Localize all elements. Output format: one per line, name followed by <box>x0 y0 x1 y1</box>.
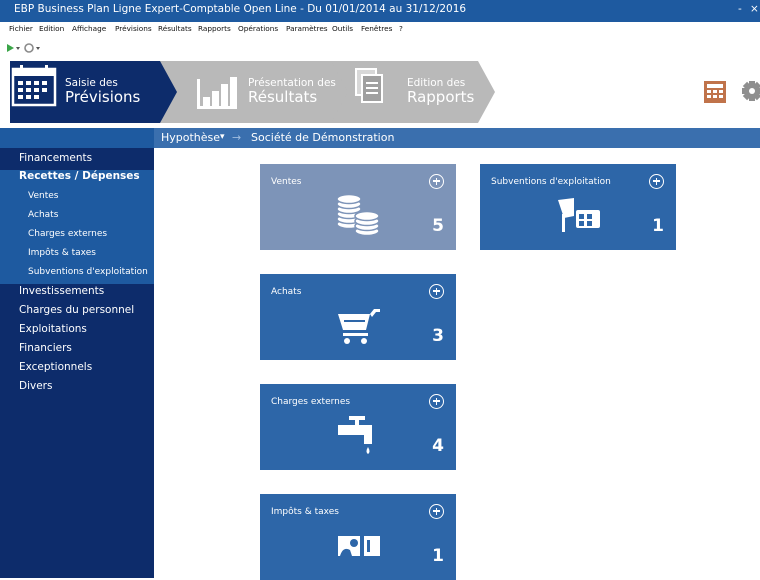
window-title: EBP Business Plan Ligne Expert-Comptable… <box>14 3 467 15</box>
sidebar-subitem-subventions[interactable]: Subventions d'exploitation <box>0 265 154 284</box>
step-edition-line1: Edition des <box>407 77 466 89</box>
menu-fichier[interactable]: Fichier <box>9 24 33 33</box>
sidebar-item-divers[interactable]: Divers <box>0 380 154 398</box>
sidebar-subitem-charges-externes[interactable]: Charges externes <box>0 227 154 246</box>
menu-bar: Fichier Edition Affichage Prévisions Rés… <box>0 22 760 38</box>
subsidy-icon <box>558 198 600 232</box>
coins-icon <box>336 194 380 237</box>
add-icon[interactable] <box>429 174 444 189</box>
hypothese-caret-icon[interactable]: ▾ <box>220 132 225 142</box>
menu-previsions[interactable]: Prévisions <box>115 24 152 33</box>
cart-icon <box>338 309 380 344</box>
tile-subventions-count: 1 <box>652 216 664 236</box>
menu-fenetres[interactable]: Fenêtres <box>361 24 392 33</box>
add-icon[interactable] <box>649 174 664 189</box>
tax-icon <box>338 536 380 556</box>
tile-subventions-label: Subventions d'exploitation <box>491 177 611 187</box>
main-content: Ventes 5 Achats 3 Charges externes 4 Imp… <box>154 148 760 580</box>
sidebar-item-charges-personnel[interactable]: Charges du personnel <box>0 304 154 322</box>
menu-edition[interactable]: Edition <box>39 24 64 33</box>
sidebar-item-recettes-depenses[interactable]: Recettes / Dépenses <box>0 170 154 189</box>
calculator-icon[interactable] <box>704 81 726 103</box>
tile-subventions[interactable]: Subventions d'exploitation 1 <box>480 164 676 250</box>
forward-icon[interactable] <box>7 44 14 52</box>
tile-charges-externes-label: Charges externes <box>271 397 351 407</box>
tile-achats-count: 3 <box>432 326 444 346</box>
add-icon[interactable] <box>429 504 444 519</box>
sidebar-subitem-impots-taxes[interactable]: Impôts & taxes <box>0 246 154 265</box>
forward-dropdown-icon[interactable] <box>16 47 20 50</box>
step-saisie-line2: Prévisions <box>65 88 141 106</box>
faucet-icon <box>338 416 372 454</box>
menu-rapports[interactable]: Rapports <box>198 24 231 33</box>
menu-affichage[interactable]: Affichage <box>72 24 106 33</box>
title-bar: EBP Business Plan Ligne Expert-Comptable… <box>0 0 760 22</box>
refresh-icon[interactable] <box>24 43 34 53</box>
step-saisie-line1: Saisie des <box>65 77 118 89</box>
minimize-button[interactable]: - <box>738 3 742 15</box>
tile-ventes-label: Ventes <box>271 177 302 187</box>
tile-charges-externes-count: 4 <box>432 436 444 456</box>
close-button[interactable]: × <box>750 3 759 15</box>
menu-parametres[interactable]: Paramètres <box>286 24 328 33</box>
sidebar-item-exceptionnels[interactable]: Exceptionnels <box>0 361 154 379</box>
add-icon[interactable] <box>429 394 444 409</box>
sidebar-item-exploitations[interactable]: Exploitations <box>0 323 154 341</box>
sidebar-item-financiers[interactable]: Financiers <box>0 342 154 360</box>
company-name: Société de Démonstration <box>251 131 395 144</box>
step-presentation-line2: Résultats <box>248 88 318 106</box>
ribbon: Saisie des Prévisions Présentation des R… <box>0 57 760 128</box>
step-edition-line2: Rapports <box>407 88 475 106</box>
sidebar-subitem-achats[interactable]: Achats <box>0 208 154 227</box>
sidebar-item-investissements[interactable]: Investissements <box>0 285 154 303</box>
tile-achats[interactable]: Achats 3 <box>260 274 456 360</box>
add-icon[interactable] <box>429 284 444 299</box>
tile-achats-label: Achats <box>271 287 302 297</box>
menu-operations[interactable]: Opérations <box>238 24 278 33</box>
breadcrumb: Hypothèse ▾ → Société de Démonstration <box>154 128 760 148</box>
tile-charges-externes[interactable]: Charges externes 4 <box>260 384 456 470</box>
tile-impots-taxes[interactable]: Impôts & taxes 1 <box>260 494 456 580</box>
menu-resultats[interactable]: Résultats <box>158 24 192 33</box>
sidebar-header-band <box>0 128 154 148</box>
sidebar-item-financements[interactable]: Financements <box>0 152 154 170</box>
gear-icon[interactable] <box>742 81 760 101</box>
quick-access-bar <box>0 38 760 57</box>
menu-outils[interactable]: Outils <box>332 24 353 33</box>
sidebar-subitem-ventes[interactable]: Ventes <box>0 189 154 208</box>
step-presentation-line1: Présentation des <box>248 77 336 89</box>
hypothese-dropdown[interactable]: Hypothèse <box>161 131 220 144</box>
refresh-dropdown-icon[interactable] <box>36 47 40 50</box>
tile-ventes-count: 5 <box>432 216 444 236</box>
sidebar: Financements Recettes / Dépenses Ventes … <box>0 128 154 578</box>
menu-help[interactable]: ? <box>399 24 403 33</box>
tile-impots-taxes-count: 1 <box>432 546 444 566</box>
breadcrumb-arrow-icon: → <box>232 131 242 144</box>
tile-ventes[interactable]: Ventes 5 <box>260 164 456 250</box>
tile-impots-taxes-label: Impôts & taxes <box>271 507 339 517</box>
